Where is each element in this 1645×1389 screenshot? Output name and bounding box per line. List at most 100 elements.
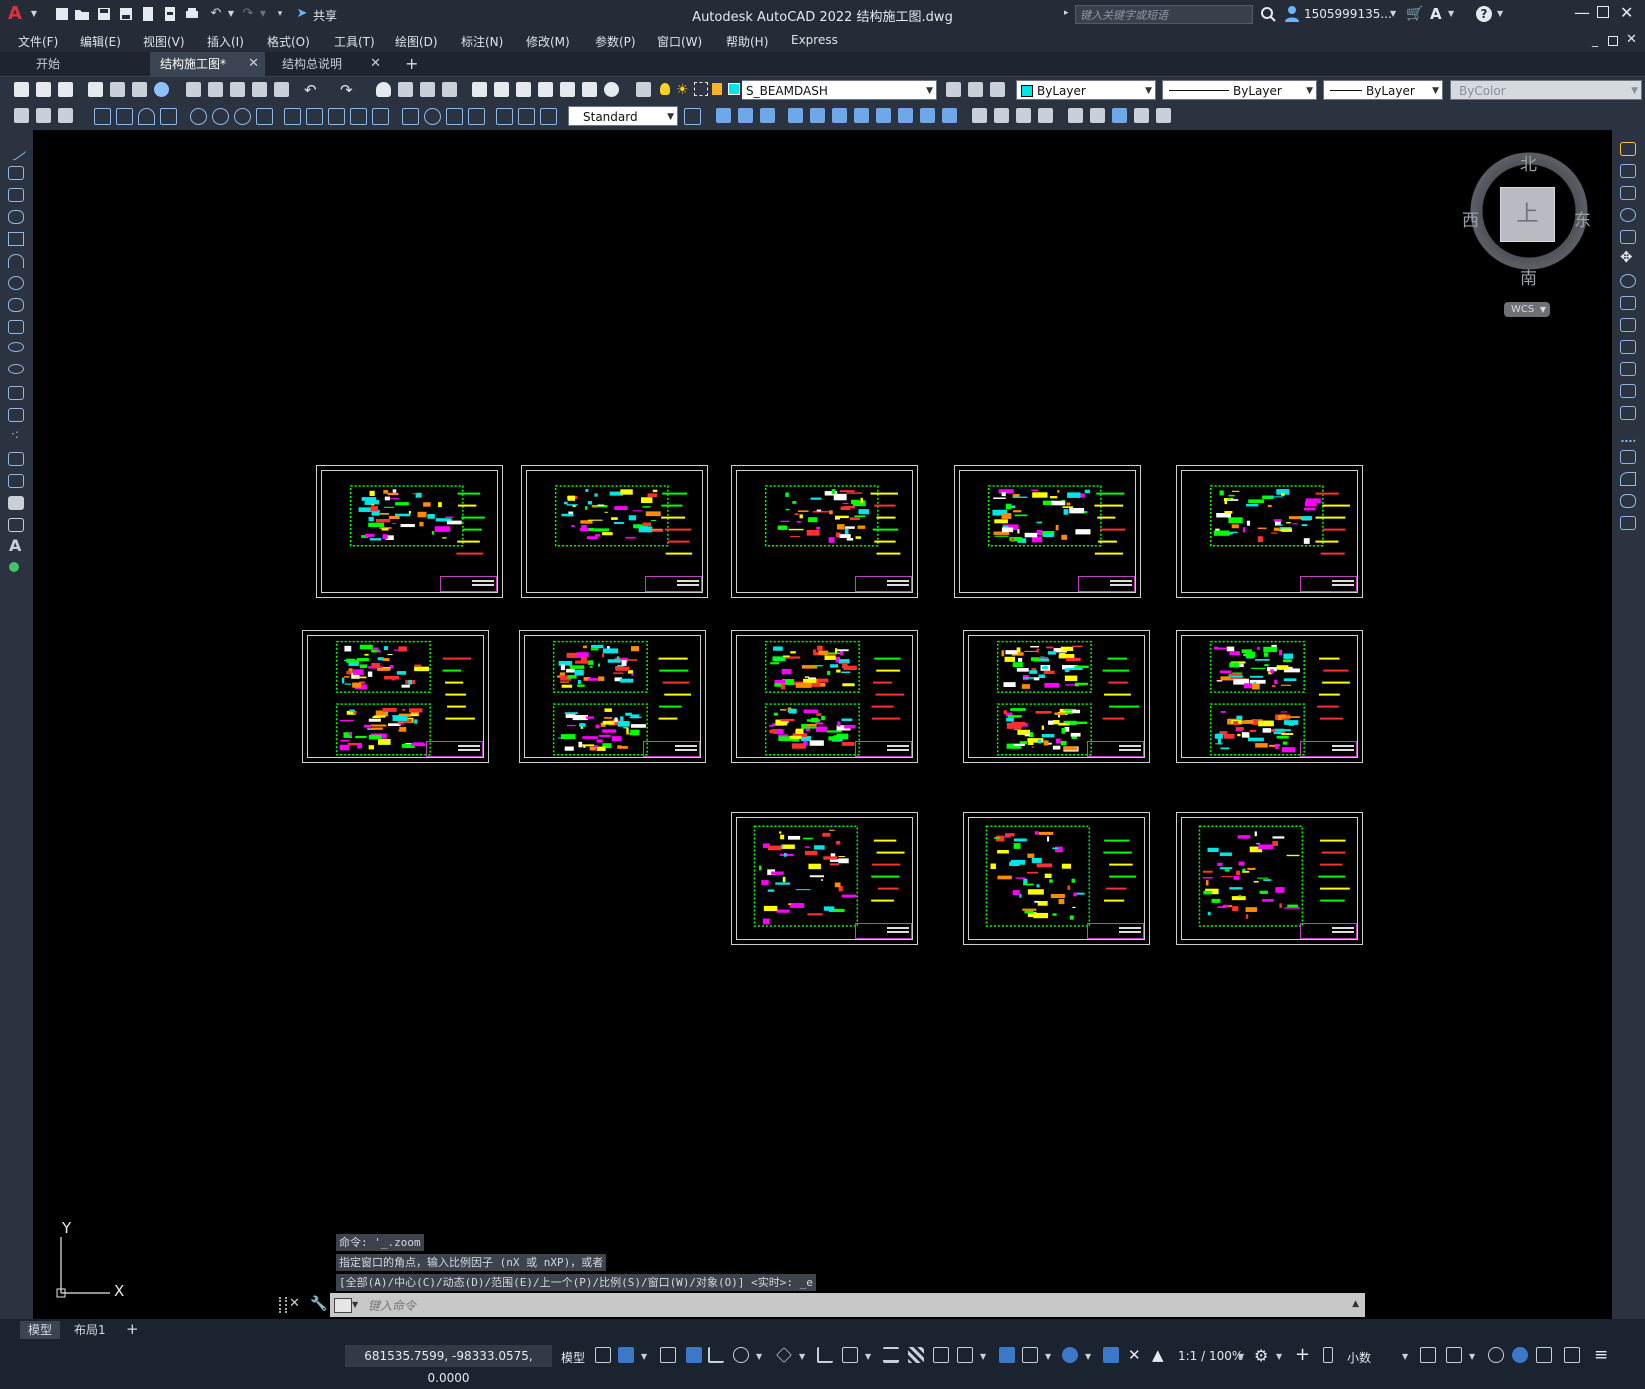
box-icon[interactable]: [716, 108, 731, 123]
array-icon[interactable]: [1620, 230, 1636, 244]
color-dropdown[interactable]: ByLayer ▼: [1016, 80, 1156, 100]
cylinder-icon[interactable]: [738, 108, 753, 123]
multiline-text-icon[interactable]: A: [9, 536, 21, 555]
linear-dimension-icon[interactable]: [94, 108, 111, 125]
units-icon[interactable]: [1323, 1347, 1333, 1363]
drawing-canvas[interactable]: [33, 130, 1612, 1319]
tab-close-icon[interactable]: ✕: [370, 52, 381, 76]
help-icon[interactable]: [604, 82, 619, 97]
redo-icon[interactable]: ↷: [340, 81, 353, 99]
doc-minimize-icon[interactable]: _: [1592, 33, 1598, 47]
make-block-icon[interactable]: [8, 408, 24, 422]
zoom-window-icon[interactable]: [420, 82, 435, 97]
lineweight-icon[interactable]: [883, 1347, 899, 1363]
dwf-icon[interactable]: [154, 82, 169, 97]
lineweight-dropdown[interactable]: ByLayer ▼: [1323, 80, 1443, 100]
center-mark-icon[interactable]: [424, 108, 441, 125]
undo-icon[interactable]: ↶: [304, 81, 317, 99]
menu-tools[interactable]: 工具(T): [334, 33, 375, 50]
offset-icon[interactable]: [1620, 208, 1636, 222]
dimension-text-edit-icon[interactable]: [518, 108, 535, 125]
add-selected-icon[interactable]: [9, 562, 19, 572]
tab-general-notes[interactable]: 结构总说明 ✕: [272, 52, 387, 76]
units-dropdown-icon[interactable]: ▼: [1402, 1352, 1408, 1361]
selection-filter-dropdown-icon[interactable]: ▼: [1045, 1352, 1051, 1361]
user-dropdown-icon[interactable]: ▼: [1390, 9, 1396, 18]
transparency-icon[interactable]: [908, 1347, 924, 1363]
layer-unlock-icon[interactable]: [712, 83, 722, 95]
user-icon[interactable]: [1284, 5, 1300, 26]
thicken-icon[interactable]: [994, 108, 1009, 123]
annotation-visibility-icon[interactable]: [1103, 1347, 1119, 1363]
qnew-icon[interactable]: [14, 82, 29, 97]
viewcube-top-face[interactable]: 上: [1500, 187, 1555, 242]
plotstyle-dropdown[interactable]: ByColor ▼: [1450, 80, 1642, 100]
chamfer-icon[interactable]: [1620, 450, 1636, 464]
a360-dropdown-icon[interactable]: ▼: [1448, 9, 1454, 18]
point-icon[interactable]: ·:: [8, 427, 24, 444]
dimstyle-dropdown[interactable]: Standard ▼: [568, 106, 678, 126]
region-icon[interactable]: [8, 496, 24, 510]
ortho-icon[interactable]: [708, 1347, 724, 1363]
command-input[interactable]: 键入命令: [368, 1297, 416, 1314]
menu-express[interactable]: Express: [791, 33, 838, 47]
menu-edit[interactable]: 编辑(E): [80, 33, 121, 50]
search-arrow-icon[interactable]: ▸: [1064, 8, 1069, 18]
ellipse-arc-icon[interactable]: [8, 364, 24, 374]
hardware-acceleration-icon[interactable]: [1512, 1347, 1528, 1363]
quick-properties-icon[interactable]: [1420, 1347, 1436, 1363]
move-icon[interactable]: ✥: [1620, 248, 1636, 266]
markup-icon[interactable]: [560, 82, 575, 97]
layers-icon[interactable]: [58, 108, 73, 123]
layer-dropdown[interactable]: S_BEAMDASH ▼: [742, 80, 937, 100]
radius-dimension-icon[interactable]: [190, 108, 207, 125]
menu-insert[interactable]: 插入(I): [207, 33, 244, 50]
menu-parametric[interactable]: 参数(P): [595, 33, 636, 50]
layer-properties-icon[interactable]: [636, 82, 651, 97]
compass-north[interactable]: 北: [1520, 150, 1537, 175]
layer-on-bulb-icon[interactable]: [660, 83, 670, 95]
dynamic-ucs-icon[interactable]: [999, 1347, 1015, 1363]
dimension-style-icon[interactable]: [684, 108, 701, 125]
ordinate-dimension-icon[interactable]: [160, 108, 177, 125]
menu-format[interactable]: 格式(O): [267, 33, 310, 50]
open-icon[interactable]: [36, 82, 51, 97]
revolve-icon[interactable]: [810, 108, 825, 123]
workspace-dropdown-icon[interactable]: ▼: [1276, 1352, 1282, 1361]
sheet-set-icon[interactable]: [538, 82, 553, 97]
object-snap-tracking-icon[interactable]: [817, 1347, 833, 1363]
cut-icon[interactable]: [186, 82, 201, 97]
hatch-icon[interactable]: [8, 452, 24, 466]
menu-help[interactable]: 帮助(H): [726, 33, 768, 50]
customization-menu-icon[interactable]: ≡: [1594, 1345, 1608, 1365]
arc-length-icon[interactable]: [138, 108, 155, 125]
menu-view[interactable]: 视图(V): [143, 33, 185, 50]
polygon-icon[interactable]: [8, 210, 24, 224]
revision-cloud-icon[interactable]: [8, 298, 24, 312]
isometric-icon[interactable]: [776, 1347, 792, 1363]
circle-icon[interactable]: [8, 276, 24, 290]
scale-dropdown-icon[interactable]: ▼: [1238, 1352, 1244, 1361]
user-name[interactable]: 1505999135...: [1304, 7, 1392, 21]
clean-screen-icon[interactable]: [1564, 1347, 1580, 1363]
aligned-dimension-icon[interactable]: [116, 108, 133, 125]
osnap-dropdown-icon[interactable]: ▼: [865, 1352, 871, 1361]
copy-icon[interactable]: [208, 82, 223, 97]
mirror-icon[interactable]: [1620, 186, 1636, 200]
gizmo-icon[interactable]: [1062, 1347, 1078, 1363]
stretch-icon[interactable]: [1620, 318, 1636, 332]
snap-dropdown-icon[interactable]: ▼: [641, 1352, 647, 1361]
auto-scale-icon[interactable]: ✕: [1128, 1346, 1141, 1364]
presspull-icon[interactable]: [876, 108, 891, 123]
tool-palettes-icon[interactable]: [516, 82, 531, 97]
explode-icon[interactable]: [1620, 516, 1636, 530]
menu-file[interactable]: 文件(F): [18, 33, 58, 50]
trim-icon[interactable]: [1620, 340, 1636, 354]
union-icon[interactable]: [898, 108, 913, 123]
doc-close-icon[interactable]: ✕: [1626, 32, 1637, 47]
search-icon[interactable]: [1260, 6, 1276, 25]
shell-icon[interactable]: [1016, 108, 1031, 123]
calculator-icon[interactable]: [582, 82, 597, 97]
annotation-monitor-icon[interactable]: +: [1295, 1344, 1310, 1365]
3d-move-icon[interactable]: [1068, 108, 1083, 123]
